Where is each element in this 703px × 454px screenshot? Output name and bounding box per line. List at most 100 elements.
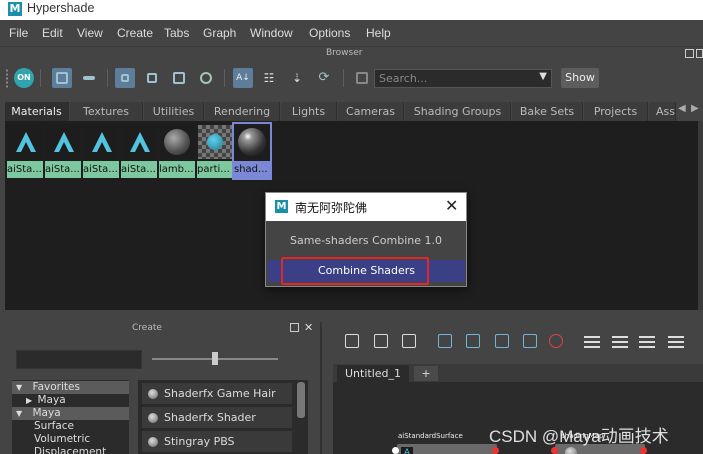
custom-mode-icon[interactable] bbox=[666, 331, 686, 351]
swatch-label: aiSta... bbox=[7, 161, 43, 178]
small-swatch-icon[interactable] bbox=[115, 68, 135, 88]
window-title: Hypershade bbox=[27, 1, 95, 15]
input-connections-icon[interactable] bbox=[342, 331, 362, 351]
shader-ball-icon bbox=[148, 389, 158, 399]
close-panel-icon[interactable] bbox=[696, 49, 703, 58]
list-item-shaderfx-game-hair[interactable]: Shaderfx Game Hair bbox=[142, 383, 292, 404]
material-swatch-selected[interactable]: shad... bbox=[232, 122, 272, 180]
float-panel-icon[interactable] bbox=[685, 49, 694, 58]
list-scrollbar[interactable] bbox=[297, 382, 305, 418]
ai-standard-icon bbox=[122, 125, 156, 159]
add-selected-icon[interactable] bbox=[463, 331, 483, 351]
full-mode-icon[interactable] bbox=[637, 331, 657, 351]
menu-tabs[interactable]: Tabs bbox=[164, 26, 189, 40]
title-bar: M Hypershade bbox=[0, 0, 703, 20]
create-panel-label: Create bbox=[132, 323, 162, 333]
panel-divider[interactable] bbox=[0, 310, 703, 322]
ai-standard-icon bbox=[46, 125, 80, 159]
material-swatch[interactable]: aiSta... bbox=[121, 124, 157, 178]
close-icon[interactable]: ✕ bbox=[445, 196, 458, 215]
search-dropdown-icon[interactable]: ▼ bbox=[539, 71, 547, 82]
simple-mode-icon[interactable] bbox=[582, 331, 602, 351]
material-swatch[interactable]: aiSta... bbox=[45, 124, 81, 178]
menu-edit[interactable]: Edit bbox=[42, 26, 63, 40]
menu-create[interactable]: Create bbox=[117, 26, 153, 40]
tab-shading-groups[interactable]: Shading Groups bbox=[405, 102, 511, 121]
node-ai-standard-surface[interactable]: A bbox=[397, 444, 497, 454]
add-tab-button[interactable]: + bbox=[414, 366, 438, 381]
tree-item-maya[interactable]: ▼ Maya bbox=[12, 407, 129, 420]
swatch-label: aiSta... bbox=[83, 161, 119, 178]
show-button[interactable]: Show bbox=[561, 68, 599, 88]
swatch-label: parti... bbox=[197, 161, 233, 178]
swatch-label: lamb... bbox=[159, 161, 195, 178]
node-port[interactable] bbox=[640, 447, 647, 454]
remove-selected-icon[interactable] bbox=[492, 331, 512, 351]
sphere-swatch-icon[interactable] bbox=[196, 68, 216, 88]
create-node-list: Shaderfx Game Hair Shaderfx Shader Sting… bbox=[138, 380, 308, 454]
tab-cameras[interactable]: Cameras bbox=[338, 102, 404, 121]
view-as-icons-icon[interactable] bbox=[52, 68, 72, 88]
tab-materials[interactable]: Materials bbox=[5, 102, 69, 121]
tree-item-surface[interactable]: Surface bbox=[12, 420, 129, 433]
material-swatch[interactable]: aiSta... bbox=[7, 124, 43, 178]
sort-list-icon[interactable]: ☷ bbox=[259, 68, 279, 88]
sort-az-icon[interactable]: A↓ bbox=[233, 68, 253, 88]
list-label: Stingray PBS bbox=[164, 435, 235, 448]
sort-type-icon[interactable]: ⇣ bbox=[287, 68, 307, 88]
create-tree: ▼ Favorites ▶ Maya ▼ Maya Surface Volume… bbox=[12, 380, 129, 454]
menu-window[interactable]: Window bbox=[250, 26, 293, 40]
menu-view[interactable]: View bbox=[77, 26, 103, 40]
tab-textures[interactable]: Textures bbox=[70, 102, 143, 121]
tab-scroll-right-icon[interactable]: ▶ bbox=[691, 103, 699, 114]
search-input[interactable]: Search... ▼ bbox=[374, 69, 552, 88]
swatch-scrollbar[interactable] bbox=[698, 121, 703, 310]
material-swatch[interactable]: lamb... bbox=[159, 124, 195, 178]
menu-options[interactable]: Options bbox=[309, 26, 350, 40]
connected-mode-icon[interactable] bbox=[610, 331, 630, 351]
input-output-icon[interactable] bbox=[371, 331, 391, 351]
node-port[interactable] bbox=[551, 447, 558, 454]
tab-bake-sets[interactable]: Bake Sets bbox=[512, 102, 583, 121]
dialog-title-bar[interactable]: M 南无阿弥陀佛 ✕ bbox=[266, 193, 466, 221]
material-swatch[interactable]: parti... bbox=[197, 124, 233, 178]
on-toggle-icon[interactable]: ON bbox=[14, 68, 34, 88]
tab-rendering[interactable]: Rendering bbox=[205, 102, 280, 121]
tree-item-displacement[interactable]: Displacement bbox=[12, 446, 129, 454]
slider-handle[interactable] bbox=[212, 352, 218, 365]
list-item-stingray-pbs[interactable]: Stingray PBS bbox=[142, 431, 292, 452]
shader-ball-icon bbox=[148, 437, 158, 447]
tab-lights[interactable]: Lights bbox=[281, 102, 337, 121]
close-create-icon[interactable]: ✕ bbox=[304, 321, 313, 334]
output-connections-icon[interactable] bbox=[399, 331, 419, 351]
tab-utilities[interactable]: Utilities bbox=[144, 102, 204, 121]
graph-layout-icon[interactable] bbox=[520, 331, 540, 351]
tab-projects[interactable]: Projects bbox=[584, 102, 648, 121]
material-swatch[interactable]: aiSta... bbox=[83, 124, 119, 178]
list-item-shaderfx-shader[interactable]: Shaderfx Shader bbox=[142, 407, 292, 428]
node-port[interactable] bbox=[392, 447, 399, 454]
refresh-icon[interactable]: ⟳ bbox=[314, 68, 334, 88]
ai-standard-icon bbox=[8, 125, 42, 159]
float-create-icon[interactable] bbox=[290, 323, 299, 332]
tab-untitled[interactable]: Untitled_1 bbox=[337, 365, 409, 382]
view-as-list-icon[interactable] bbox=[79, 68, 99, 88]
menu-bar: File Edit View Create Tabs Graph Window … bbox=[0, 20, 703, 46]
tab-assets[interactable]: Asse bbox=[649, 102, 676, 121]
medium-swatch-icon[interactable] bbox=[142, 68, 162, 88]
tree-item-volumetric[interactable]: Volumetric bbox=[12, 433, 129, 446]
large-swatch-icon[interactable] bbox=[169, 68, 189, 88]
menu-file[interactable]: File bbox=[9, 26, 28, 40]
clear-graph-icon[interactable] bbox=[546, 331, 566, 351]
tab-scroll-left-icon[interactable]: ◀ bbox=[678, 103, 686, 114]
select-icon[interactable] bbox=[352, 68, 372, 88]
tree-item-maya-fav[interactable]: ▶ Maya bbox=[12, 394, 129, 407]
menu-help[interactable]: Help bbox=[366, 26, 391, 40]
frame-selected-icon[interactable] bbox=[435, 331, 455, 351]
vertical-divider[interactable] bbox=[320, 322, 322, 454]
node-port[interactable] bbox=[492, 447, 499, 454]
menu-graph[interactable]: Graph bbox=[203, 26, 236, 40]
grip-handle-icon[interactable] bbox=[6, 69, 12, 89]
create-search-input[interactable] bbox=[16, 350, 142, 369]
tree-item-favorites[interactable]: ▼ Favorites bbox=[12, 381, 129, 394]
